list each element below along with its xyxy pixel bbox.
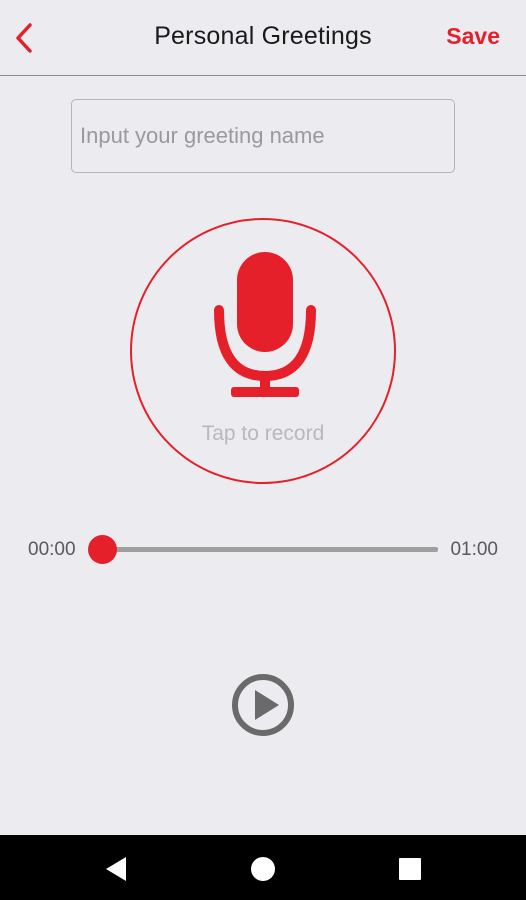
microphone-icon [214, 252, 316, 397]
system-navbar [0, 835, 526, 900]
nav-home-button[interactable] [241, 847, 285, 891]
play-icon [232, 674, 294, 736]
greeting-name-input[interactable] [71, 99, 455, 173]
circle-home-icon [251, 857, 275, 881]
total-time: 01:00 [450, 539, 498, 560]
play-button[interactable] [231, 673, 295, 737]
record-button[interactable]: Tap to record [130, 218, 396, 484]
current-time: 00:00 [28, 539, 76, 560]
progress-thumb[interactable] [87, 535, 117, 564]
record-label: Tap to record [201, 422, 325, 445]
triangle-back-icon [106, 857, 126, 881]
save-button[interactable]: Save [446, 23, 500, 50]
app-header: Personal Greetings Save [0, 0, 526, 76]
nav-back-button[interactable] [94, 847, 138, 891]
square-recents-icon [399, 858, 421, 880]
progress-track[interactable] [102, 547, 438, 552]
nav-recents-button[interactable] [388, 847, 432, 891]
